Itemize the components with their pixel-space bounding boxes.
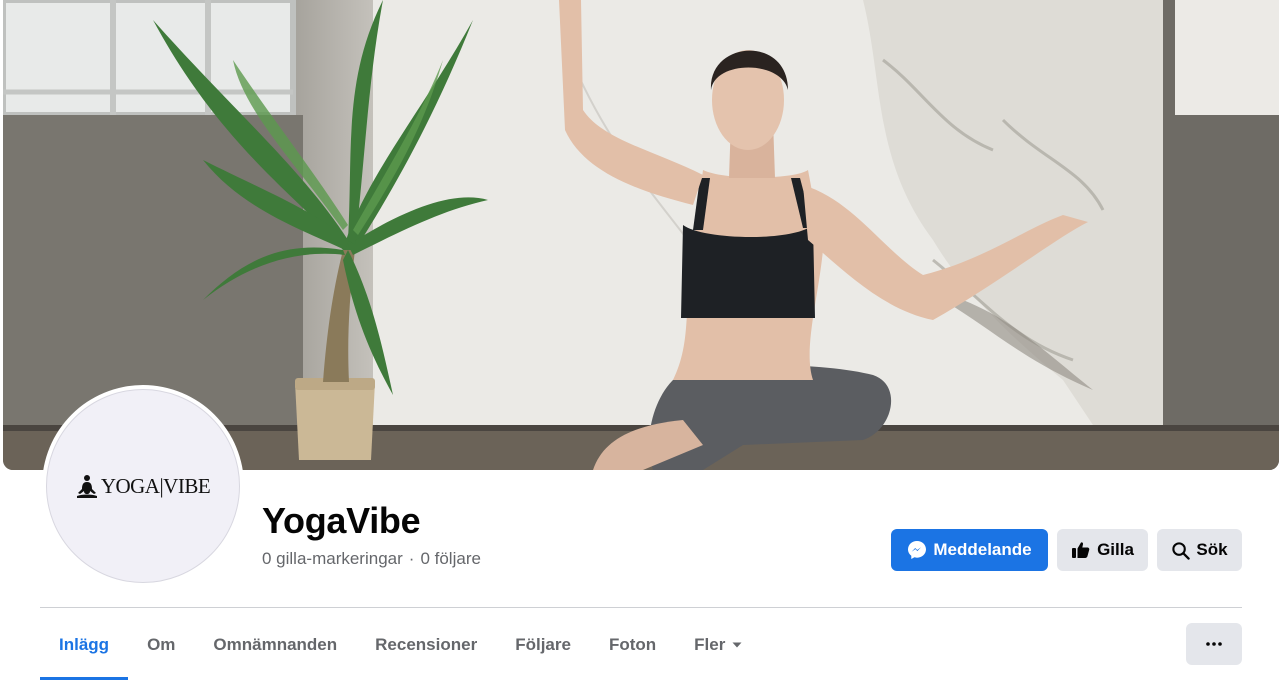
tab-about[interactable]: Om (128, 610, 194, 680)
tab-posts[interactable]: Inlägg (40, 610, 129, 680)
tab-reviews[interactable]: Recensioner (356, 610, 496, 680)
tab-more[interactable]: Fler (675, 610, 762, 680)
message-button-label: Meddelande (933, 540, 1032, 559)
more-options-button[interactable] (1186, 623, 1242, 665)
like-button[interactable]: Gilla (1057, 529, 1148, 571)
search-icon (1172, 541, 1191, 560)
message-button[interactable]: Meddelande (891, 529, 1048, 571)
yogavibe-logo: YOGA|VIBE (76, 473, 211, 499)
tab-mentions[interactable]: Omnämnanden (194, 610, 356, 680)
search-button-label: Sök (1196, 540, 1228, 559)
tab-label: Fler (694, 635, 726, 654)
tab-label: Foton (608, 635, 657, 654)
likes-count[interactable]: 0 gilla-markeringar (262, 549, 403, 569)
meditation-figure-icon (76, 475, 97, 498)
more-horizontal-icon (1206, 642, 1222, 646)
caret-down-icon (732, 642, 742, 648)
page-stats: 0 gilla-markeringar · 0 följare (262, 549, 481, 569)
page-tabs: Inlägg Om Omnämnanden Recensioner Följar… (40, 610, 762, 680)
profile-avatar[interactable]: YOGA|VIBE (42, 385, 244, 587)
tab-followers[interactable]: Följare (496, 610, 590, 680)
tab-label: Om (147, 635, 176, 654)
tab-label: Inlägg (59, 635, 110, 654)
tab-photos[interactable]: Foton (590, 610, 675, 680)
like-button-label: Gilla (1097, 540, 1134, 559)
logo-wordmark: YOGA|VIBE (100, 473, 211, 498)
header-divider (40, 607, 1242, 608)
search-button[interactable]: Sök (1157, 529, 1242, 571)
tab-label: Recensioner (375, 635, 478, 654)
avatar-logo-container: YOGA|VIBE (46, 389, 240, 583)
tab-label: Omnämnanden (213, 635, 338, 654)
followers-count[interactable]: 0 följare (420, 549, 480, 569)
page-title: YogaVibe (262, 500, 421, 541)
thumbs-up-icon (1072, 542, 1090, 558)
stats-separator: · (408, 549, 415, 568)
messenger-icon (908, 541, 927, 559)
tab-label: Följare (515, 635, 571, 654)
